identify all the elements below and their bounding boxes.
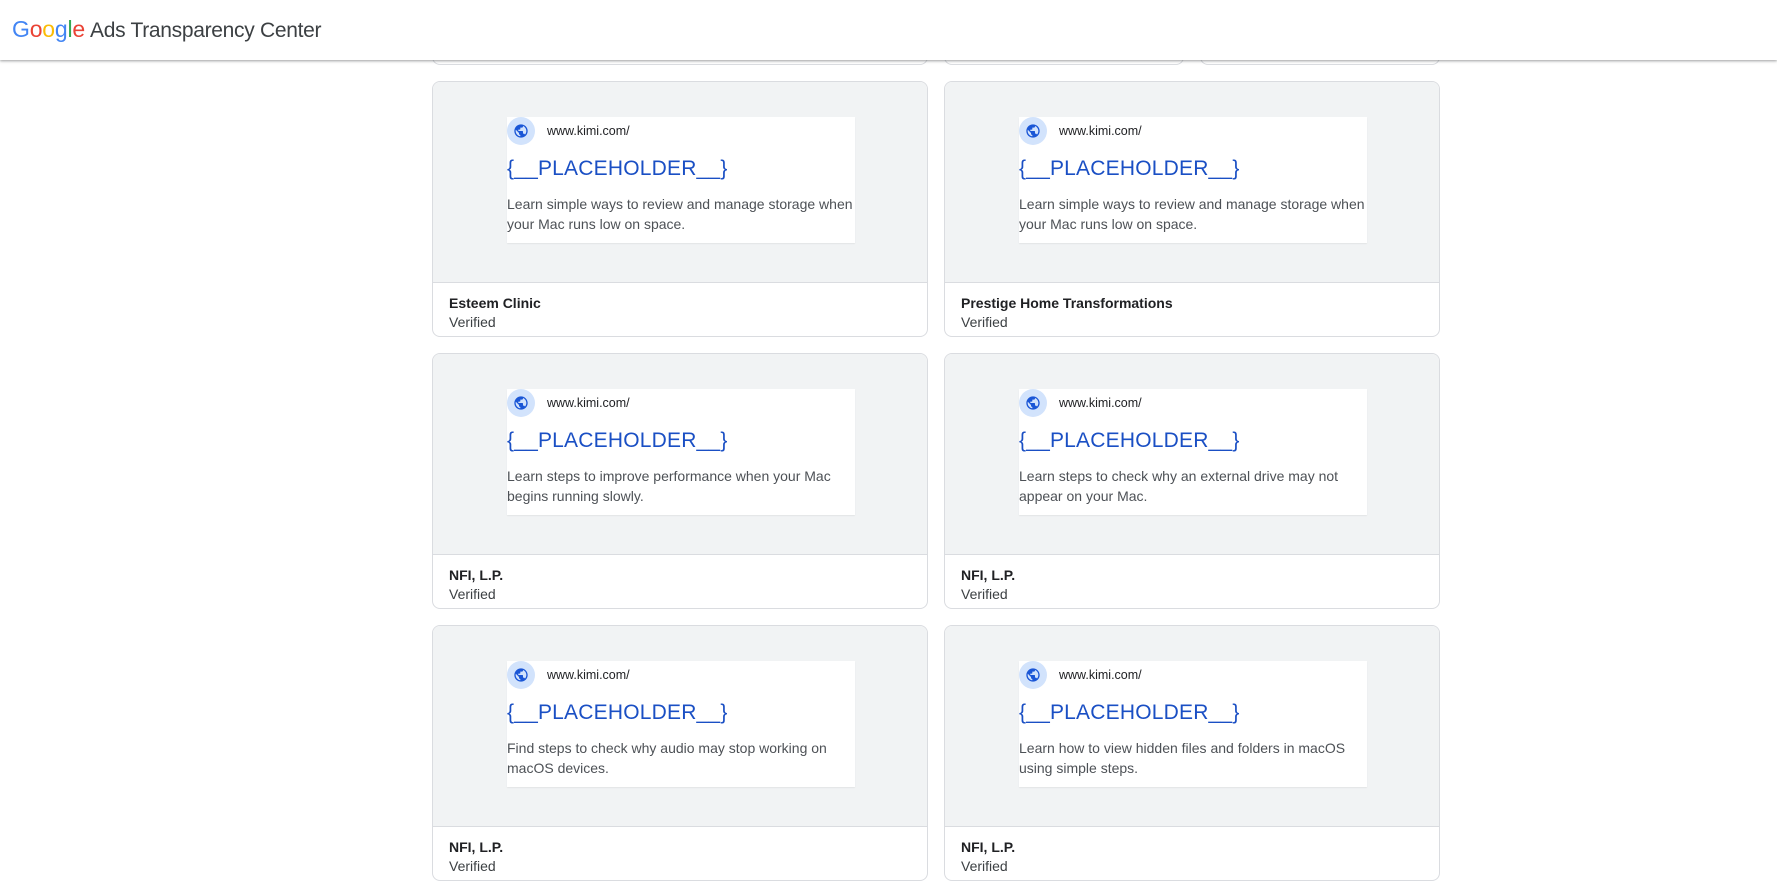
text-ad: www.kimi.com/ {__PLACEHOLDER__} Learn st… — [507, 389, 855, 515]
ad-preview: www.kimi.com/ {__PLACEHOLDER__} Learn ho… — [945, 626, 1439, 827]
ad-card[interactable]: www.kimi.com/ {__PLACEHOLDER__} Learn si… — [944, 81, 1440, 337]
logo-letter: G — [12, 16, 30, 42]
ad-display-url: www.kimi.com/ — [1059, 124, 1142, 138]
text-ad: www.kimi.com/ {__PLACEHOLDER__} Learn st… — [1019, 389, 1367, 515]
page-title: Ads Transparency Center — [90, 19, 322, 42]
ad-preview: www.kimi.com/ {__PLACEHOLDER__} Learn si… — [945, 82, 1439, 283]
ad-description: Learn steps to improve performance when … — [507, 468, 831, 504]
google-logo: Google — [12, 16, 85, 42]
logo-letter: e — [72, 16, 85, 42]
ad-display-url: www.kimi.com/ — [1059, 668, 1142, 682]
verification-status: Verified — [961, 586, 1008, 602]
logo-letter: o — [29, 16, 43, 42]
advertiser-name: Esteem Clinic — [449, 295, 541, 311]
ads-transparency-center-logo[interactable]: Google Ads Transparency Center — [12, 16, 322, 44]
ad-description: Learn simple ways to review and manage s… — [1019, 196, 1365, 232]
ad-display-url: www.kimi.com/ — [547, 396, 630, 410]
ad-display-url: www.kimi.com/ — [547, 668, 630, 682]
text-ad: www.kimi.com/ {__PLACEHOLDER__} Find ste… — [507, 661, 855, 787]
ad-headline: {__PLACEHOLDER__} — [507, 429, 728, 452]
ad-card[interactable]: www.kimi.com/ {__PLACEHOLDER__} Learn st… — [944, 353, 1440, 609]
logo-letter: o — [42, 16, 55, 42]
ad-description: Find steps to check why audio may stop w… — [507, 740, 827, 776]
ad-card[interactable]: www.kimi.com/ {__PLACEHOLDER__} Find ste… — [432, 625, 928, 881]
ad-display-url: www.kimi.com/ — [1059, 396, 1142, 410]
ad-card[interactable]: www.kimi.com/ {__PLACEHOLDER__} Learn ho… — [944, 625, 1440, 881]
ad-preview: www.kimi.com/ {__PLACEHOLDER__} Find ste… — [433, 626, 927, 827]
ad-description: Learn steps to check why an external dri… — [1019, 468, 1339, 504]
verification-status: Verified — [961, 858, 1008, 874]
globe-icon — [1019, 389, 1047, 417]
globe-icon — [507, 389, 535, 417]
ad-headline: {__PLACEHOLDER__} — [1019, 157, 1240, 180]
text-ad: www.kimi.com/ {__PLACEHOLDER__} Learn ho… — [1019, 661, 1367, 787]
ad-preview: www.kimi.com/ {__PLACEHOLDER__} Learn st… — [945, 354, 1439, 555]
ad-headline: {__PLACEHOLDER__} — [1019, 429, 1240, 452]
ad-card[interactable]: www.kimi.com/ {__PLACEHOLDER__} Learn st… — [432, 353, 928, 609]
ad-preview: www.kimi.com/ {__PLACEHOLDER__} Learn si… — [433, 82, 927, 283]
globe-icon — [1019, 661, 1047, 689]
verification-status: Verified — [449, 314, 496, 330]
ad-headline: {__PLACEHOLDER__} — [507, 701, 728, 724]
ad-card[interactable]: www.kimi.com/ {__PLACEHOLDER__} Learn si… — [432, 81, 928, 337]
verification-status: Verified — [449, 586, 496, 602]
text-ad: www.kimi.com/ {__PLACEHOLDER__} Learn si… — [1019, 117, 1367, 243]
ad-headline: {__PLACEHOLDER__} — [1019, 701, 1240, 724]
ad-preview: www.kimi.com/ {__PLACEHOLDER__} Learn st… — [433, 354, 927, 555]
ad-headline: {__PLACEHOLDER__} — [507, 157, 728, 180]
advertiser-name: NFI, L.P. — [449, 839, 504, 855]
advertiser-name: NFI, L.P. — [961, 567, 1016, 583]
globe-icon — [1019, 117, 1047, 145]
advertiser-name: NFI, L.P. — [449, 567, 504, 583]
text-ad: www.kimi.com/ {__PLACEHOLDER__} Learn si… — [507, 117, 855, 243]
advertiser-name: NFI, L.P. — [961, 839, 1016, 855]
top-app-bar: Google Ads Transparency Center — [0, 0, 1777, 60]
verification-status: Verified — [449, 858, 496, 874]
ad-description: Learn how to view hidden files and folde… — [1019, 740, 1346, 776]
verification-status: Verified — [961, 314, 1008, 330]
logo-letter: g — [54, 16, 68, 42]
advertiser-name: Prestige Home Transformations — [961, 295, 1173, 311]
ad-display-url: www.kimi.com/ — [547, 124, 630, 138]
globe-icon — [507, 661, 535, 689]
globe-icon — [507, 117, 535, 145]
ad-description: Learn simple ways to review and manage s… — [507, 196, 853, 232]
